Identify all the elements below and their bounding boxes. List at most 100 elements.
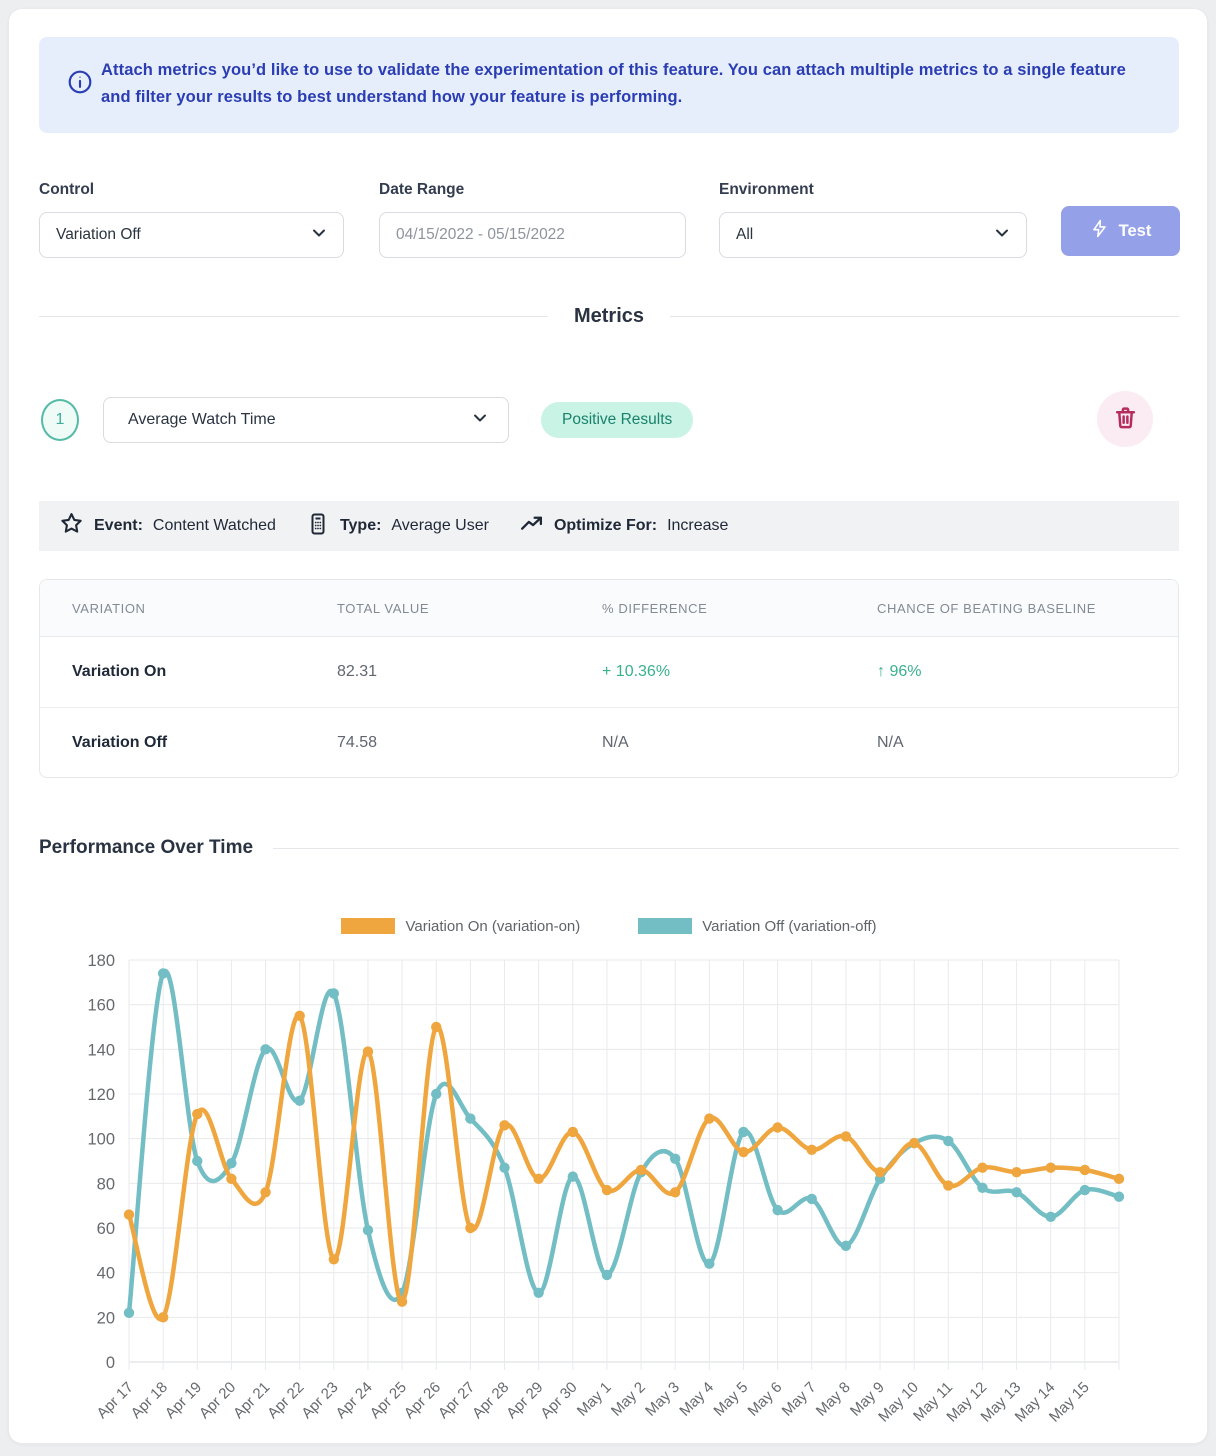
svg-text:180: 180 [87, 952, 115, 970]
type-value: Average User [391, 517, 489, 535]
legend-label: Variation On (variation-on) [405, 918, 580, 935]
row-variation-name: Variation Off [72, 734, 337, 752]
svg-text:Apr 24: Apr 24 [333, 1379, 376, 1422]
svg-text:Apr 22: Apr 22 [264, 1379, 307, 1422]
svg-text:Apr 29: Apr 29 [503, 1379, 546, 1422]
legend-swatch-teal [638, 918, 692, 934]
metric-summary-bar: Event: Content Watched Type: Average Use… [39, 501, 1179, 551]
table-row: Variation On 82.31 + 10.36% ↑ 96% [40, 637, 1178, 707]
filters-row: Control Variation Off Date Range Environ… [39, 181, 1179, 261]
type-label: Type: [340, 517, 381, 535]
svg-text:140: 140 [87, 1041, 115, 1059]
performance-title: Performance Over Time [39, 837, 253, 859]
date-range-field: Date Range [379, 181, 686, 258]
row-total-value: 74.58 [337, 734, 602, 752]
table-row: Variation Off 74.58 N/A N/A [40, 707, 1178, 777]
date-range-box [379, 212, 686, 258]
banner-message: Attach metrics you’d like to use to vali… [101, 57, 1131, 111]
svg-text:Apr 27: Apr 27 [435, 1379, 478, 1422]
chevron-down-icon [472, 410, 488, 431]
control-select[interactable]: Variation Off [39, 212, 344, 258]
event-summary: Event: Content Watched [59, 511, 276, 541]
svg-text:160: 160 [87, 997, 115, 1015]
line-chart-canvas: 020406080100120140160180Apr 17Apr 18Apr … [39, 946, 1179, 1441]
row-chance: N/A [877, 734, 1178, 752]
event-value: Content Watched [153, 517, 276, 535]
col-variation: Variation [72, 601, 337, 616]
svg-text:May 7: May 7 [779, 1379, 820, 1420]
svg-text:May 8: May 8 [813, 1379, 854, 1420]
svg-text:Apr 21: Apr 21 [230, 1379, 273, 1422]
environment-select-value: All [736, 226, 753, 244]
result-status-badge: Positive Results [541, 402, 693, 438]
trash-icon [1113, 405, 1138, 433]
control-select-value: Variation Off [56, 226, 141, 244]
legend-label: Variation Off (variation-off) [702, 918, 876, 935]
svg-text:May 6: May 6 [745, 1379, 786, 1420]
optimize-label: Optimize For: [554, 517, 657, 535]
svg-text:60: 60 [97, 1220, 115, 1238]
chevron-down-icon [994, 225, 1010, 246]
chevron-down-icon [311, 225, 327, 246]
results-table: Variation Total Value % Difference Chanc… [39, 579, 1179, 778]
svg-text:Apr 28: Apr 28 [469, 1379, 512, 1422]
svg-text:Apr 18: Apr 18 [128, 1379, 171, 1422]
svg-text:20: 20 [97, 1309, 115, 1327]
event-label: Event: [94, 517, 143, 535]
test-button[interactable]: Test [1061, 206, 1180, 256]
environment-field: Environment All [719, 181, 1027, 258]
row-total-value: 82.31 [337, 663, 602, 681]
performance-chart: Variation On (variation-on) Variation Of… [39, 906, 1179, 1441]
metric-row: 1 Average Watch Time Positive Results [39, 397, 1179, 449]
trending-up-icon [519, 511, 544, 541]
environment-label: Environment [719, 181, 1027, 199]
performance-section-header: Performance Over Time [39, 837, 1179, 859]
row-variation-name: Variation On [72, 663, 337, 681]
row-difference: N/A [602, 734, 877, 752]
divider [670, 316, 1179, 317]
info-icon [67, 69, 93, 100]
metrics-title: Metrics [574, 305, 644, 328]
svg-text:May 2: May 2 [608, 1379, 649, 1420]
chart-legend: Variation On (variation-on) Variation Of… [39, 906, 1179, 946]
metric-select[interactable]: Average Watch Time [103, 397, 509, 443]
row-chance: ↑ 96% [877, 663, 1178, 681]
svg-text:0: 0 [106, 1354, 115, 1372]
row-difference: + 10.36% [602, 663, 877, 681]
info-banner: Attach metrics you’d like to use to vali… [39, 37, 1179, 133]
star-icon [59, 511, 84, 541]
svg-text:Apr 30: Apr 30 [537, 1379, 580, 1422]
svg-text:Apr 23: Apr 23 [298, 1379, 341, 1422]
svg-text:May 3: May 3 [642, 1379, 683, 1420]
col-total-value: Total Value [337, 601, 602, 616]
type-summary: Type: Average User [306, 512, 489, 541]
legend-item-variation-off[interactable]: Variation Off (variation-off) [638, 918, 876, 935]
svg-text:Apr 19: Apr 19 [162, 1379, 205, 1422]
control-field: Control Variation Off [39, 181, 344, 258]
date-range-input[interactable] [396, 226, 669, 244]
delete-metric-button[interactable] [1097, 391, 1153, 447]
svg-text:Apr 20: Apr 20 [196, 1379, 239, 1422]
table-header-row: Variation Total Value % Difference Chanc… [40, 580, 1178, 637]
metrics-section-header: Metrics [39, 305, 1179, 328]
svg-text:80: 80 [97, 1175, 115, 1193]
svg-text:100: 100 [87, 1131, 115, 1149]
main-card: Attach metrics you’d like to use to vali… [8, 8, 1208, 1444]
svg-text:May 5: May 5 [710, 1379, 751, 1420]
col-difference: % Difference [602, 601, 877, 616]
svg-text:40: 40 [97, 1265, 115, 1283]
test-button-label: Test [1119, 222, 1152, 241]
col-chance: Chance of beating baseline [877, 601, 1178, 616]
date-range-label: Date Range [379, 181, 686, 199]
control-label: Control [39, 181, 344, 199]
legend-swatch-orange [341, 918, 395, 934]
optimize-summary: Optimize For: Increase [519, 511, 728, 541]
svg-text:May 1: May 1 [574, 1379, 615, 1420]
environment-select[interactable]: All [719, 212, 1027, 258]
optimize-value: Increase [667, 517, 728, 535]
divider [273, 848, 1179, 849]
svg-text:Apr 26: Apr 26 [401, 1379, 444, 1422]
legend-item-variation-on[interactable]: Variation On (variation-on) [341, 918, 580, 935]
metric-number-badge: 1 [41, 399, 79, 441]
calculator-icon [306, 512, 330, 541]
